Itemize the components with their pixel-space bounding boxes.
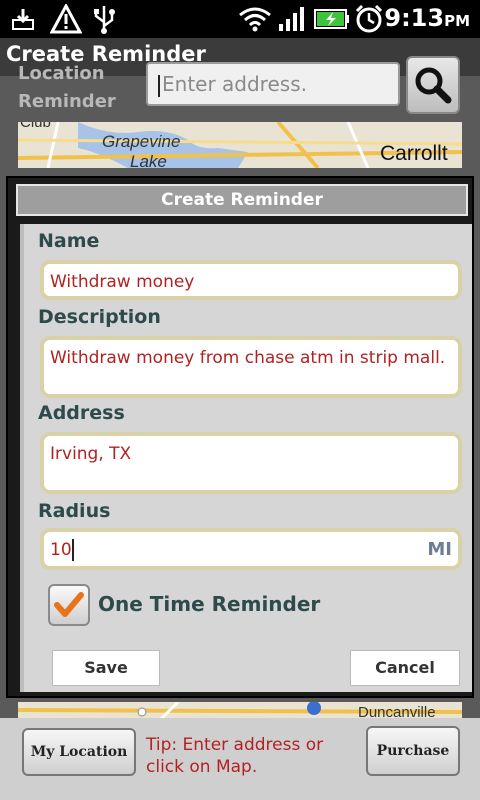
radius-unit: MI bbox=[427, 539, 452, 560]
name-label: Name bbox=[38, 230, 100, 252]
address-search-input[interactable]: Enter address. bbox=[146, 62, 400, 106]
cancel-button[interactable]: Cancel bbox=[350, 650, 460, 686]
search-button[interactable] bbox=[406, 56, 460, 114]
one-time-reminder-label: One Time Reminder bbox=[98, 592, 321, 616]
clock: 9:13PM bbox=[384, 4, 470, 32]
one-time-reminder-checkbox[interactable] bbox=[48, 584, 90, 626]
save-button[interactable]: Save bbox=[52, 650, 160, 686]
dialog-header: Create Reminder bbox=[16, 184, 468, 216]
clock-ampm: PM bbox=[444, 12, 470, 30]
map-label-club: Club bbox=[20, 122, 51, 131]
description-label: Description bbox=[38, 306, 161, 328]
address-label: Address bbox=[38, 402, 125, 424]
alarm-icon bbox=[355, 4, 383, 33]
usb-icon bbox=[94, 6, 115, 34]
description-field[interactable]: Withdraw money from chase atm in strip m… bbox=[40, 336, 462, 398]
map-label-lake: Lake bbox=[130, 152, 167, 168]
name-field[interactable]: Withdraw money bbox=[40, 260, 462, 300]
warning-icon bbox=[50, 4, 82, 34]
my-location-button[interactable]: My Location bbox=[22, 728, 136, 776]
address-field[interactable]: Irving, TX bbox=[40, 432, 462, 494]
clock-time: 9:13 bbox=[384, 4, 445, 32]
download-icon bbox=[12, 9, 34, 30]
radius-value: 10 bbox=[50, 540, 72, 560]
name-value: Withdraw money bbox=[50, 272, 195, 292]
battery-charging-icon bbox=[314, 9, 349, 29]
text-caret bbox=[71, 539, 74, 561]
address-value: Irving, TX bbox=[50, 444, 132, 464]
dialog-body: Name Withdraw money Description Withdraw… bbox=[20, 224, 472, 692]
checkmark-icon bbox=[54, 592, 84, 617]
wifi-icon bbox=[239, 7, 271, 32]
radius-label: Radius bbox=[38, 500, 111, 522]
dialog-title: Create Reminder bbox=[161, 190, 323, 210]
bottom-toolbar: My Location Tip: Enter address or click … bbox=[0, 718, 480, 800]
purchase-button[interactable]: Purchase bbox=[366, 726, 460, 776]
radius-field[interactable]: 10 MI bbox=[40, 528, 462, 570]
signal-icon bbox=[279, 7, 304, 31]
create-reminder-dialog: Create Reminder Name Withdraw money Desc… bbox=[6, 176, 474, 698]
description-value: Withdraw money from chase atm in strip m… bbox=[50, 348, 446, 368]
search-placeholder: Enter address. bbox=[162, 72, 307, 96]
status-bar: 9:13PM bbox=[0, 0, 480, 38]
search-icon bbox=[415, 67, 452, 104]
location-reminder-label: Location Reminder bbox=[18, 63, 116, 112]
map-view[interactable]: Club Grapevine Lake Carrollt bbox=[18, 122, 462, 168]
map-label-carrollton: Carrollt bbox=[380, 142, 448, 165]
tip-text: Tip: Enter address or click on Map. bbox=[146, 735, 324, 777]
text-caret bbox=[158, 74, 160, 97]
map-label-grapevine: Grapevine bbox=[102, 132, 181, 151]
